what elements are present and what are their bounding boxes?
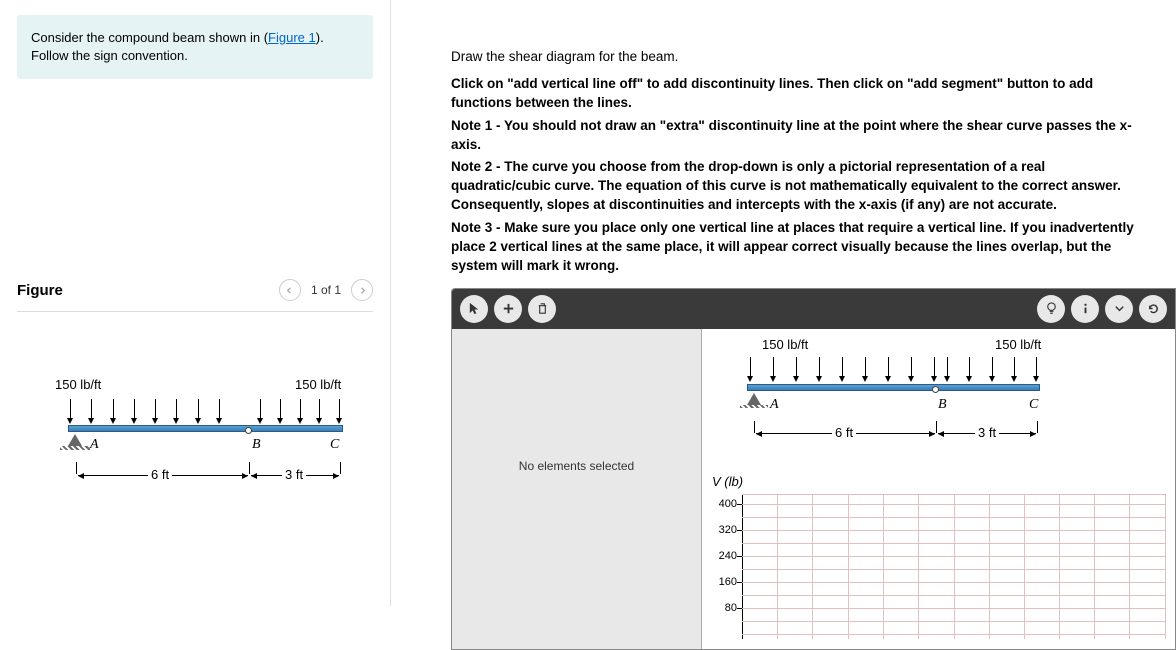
figure-link[interactable]: Figure 1: [268, 30, 316, 45]
selection-panel: No elements selected: [452, 329, 702, 649]
cursor-icon: [467, 301, 482, 316]
load-label-right: 150 lb/ft: [295, 377, 341, 392]
hint-button[interactable]: [1037, 295, 1065, 323]
point-C-label: C: [330, 437, 339, 453]
chevron-down-icon: [1112, 301, 1127, 316]
divider: [17, 311, 373, 312]
cursor-tool-button[interactable]: [460, 295, 488, 323]
info-icon: [1078, 301, 1093, 316]
note-1: Note 1 - You should not draw an "extra" …: [451, 117, 1146, 155]
point-B-label: B: [252, 437, 261, 453]
load-label-left: 150 lb/ft: [55, 377, 101, 392]
instruction-click: Click on "add vertical line off" to add …: [451, 75, 1146, 113]
note-2: Note 2 - The curve you choose from the d…: [451, 158, 1146, 215]
refresh-button[interactable]: [1139, 295, 1167, 323]
y-axis-label: V (lb): [712, 474, 743, 490]
support-A: [68, 434, 82, 446]
graph-canvas[interactable]: 150 lb/ft 150 lb/ft A B C: [702, 329, 1175, 649]
refresh-icon: [1146, 301, 1161, 316]
delete-button[interactable]: [528, 295, 556, 323]
mini-load-right: 150 lb/ft: [995, 337, 1041, 352]
add-button[interactable]: [494, 295, 522, 323]
note-3: Note 3 - Make sure you place only one ve…: [451, 219, 1146, 276]
instruction-draw: Draw the shear diagram for the beam.: [451, 48, 1146, 67]
beam-figure: 150 lb/ft 150 lb/ft A B C 6 ft 3 ft: [30, 377, 360, 527]
lightbulb-icon: [1044, 301, 1059, 316]
chart-grid[interactable]: 400 320 240 160 80: [742, 494, 1165, 639]
plus-icon: [501, 301, 516, 316]
pin-B: [245, 427, 252, 434]
prev-figure-button[interactable]: [279, 279, 301, 301]
point-A-label: A: [90, 437, 99, 453]
mini-load-left: 150 lb/ft: [762, 337, 808, 352]
graph-toolbar: [452, 289, 1175, 329]
info-button[interactable]: [1071, 295, 1099, 323]
problem-intro: Consider the compound beam shown in (Fig…: [17, 15, 373, 79]
figure-title: Figure: [17, 282, 279, 299]
chevron-right-icon: [358, 286, 367, 295]
beam-bar: [68, 425, 343, 432]
chevron-left-icon: [285, 286, 294, 295]
figure-page-indicator: 1 of 1: [311, 283, 341, 297]
dropdown-button[interactable]: [1105, 295, 1133, 323]
trash-icon: [535, 301, 550, 316]
next-figure-button[interactable]: [351, 279, 373, 301]
